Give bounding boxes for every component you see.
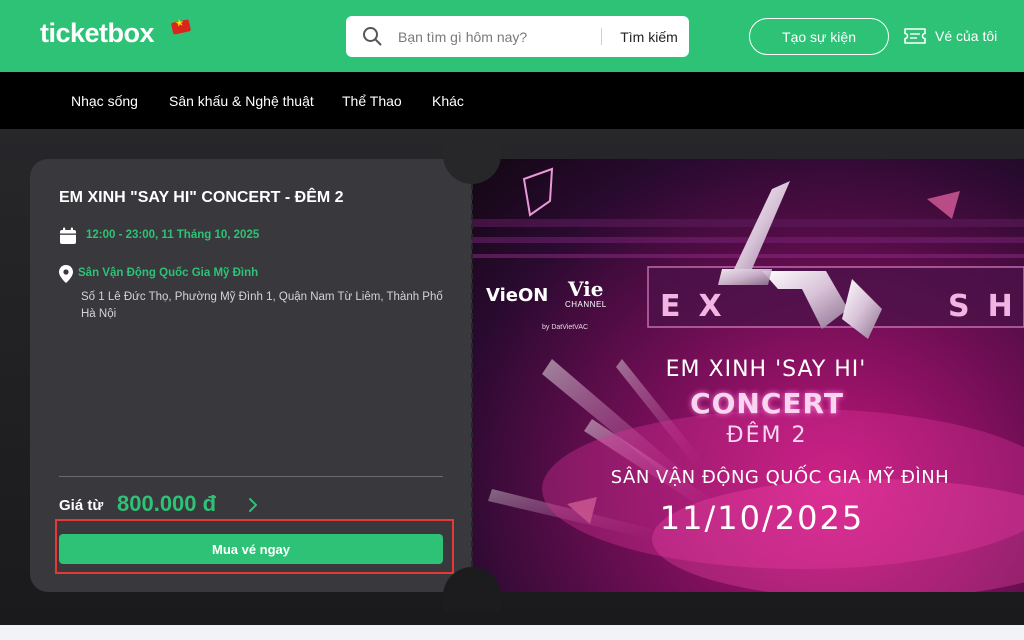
venue-address: Số 1 Lê Đức Thọ, Phường Mỹ Đình 1, Quận … [81,291,443,320]
page-footer-strip [0,625,1024,640]
nav-item-sports[interactable]: Thể Thao [342,72,402,129]
banner-concert: CONCERT [690,387,844,420]
event-banner-image: VieON Vie CHANNEL by DatVietVAC EX SH EM… [472,159,1024,592]
ticket-icon [904,28,926,44]
banner-logo-right: SH [948,289,1024,324]
price-label: Giá từ [59,497,104,514]
venue-name: Sân Vận Động Quốc Gia Mỹ Đình [78,267,259,279]
search-input[interactable] [398,16,628,57]
search-divider [601,28,602,45]
vie-channel-sublabel: CHANNEL [565,300,607,309]
buy-ticket-button[interactable]: Mua vé ngay [59,534,443,564]
banner-headline: EM XINH 'SAY HI' [665,357,867,382]
banner-logo-left: EX [660,289,740,324]
search-icon [363,27,382,46]
vie-channel-logo: Vie [568,277,604,301]
my-tickets-link[interactable]: Vé của tôi [903,24,997,48]
my-tickets-label: Vé của tôi [935,28,998,44]
top-header: ticketbox Tìm kiếm Tạo sự kiện Vé của tô… [0,0,1024,72]
card-divider [59,476,443,477]
event-datetime: 12:00 - 23:00, 11 Tháng 10, 2025 [86,229,260,241]
calendar-icon [60,227,76,244]
nav-item-stage-arts[interactable]: Sân khấu & Nghệ thuật [169,72,314,129]
vieon-logo: VieON [486,285,549,306]
price-value: 800.000 đ [117,491,217,516]
event-title: EM XINH "SAY HI" CONCERT - ĐÊM 2 [59,189,344,206]
ticket-perforation [471,184,473,567]
banner-date: 11/10/2025 [659,499,865,537]
search-button[interactable]: Tìm kiếm [610,16,688,57]
create-event-button[interactable]: Tạo sự kiện [749,18,889,55]
nav-item-live-music[interactable]: Nhạc sống [71,72,138,129]
chevron-right-icon[interactable] [246,496,260,514]
vietnam-flag-icon [170,19,192,35]
banner-night: ĐÊM 2 [726,423,808,448]
location-pin-icon [59,265,73,283]
ticketbox-logo[interactable]: ticketbox [40,18,155,49]
category-nav: Nhạc sống Sân khấu & Nghệ thuật Thể Thao… [0,72,1024,129]
nav-item-other[interactable]: Khác [432,72,464,129]
banner-venue: SÂN VẬN ĐỘNG QUỐC GIA MỸ ĐÌNH [610,467,950,488]
banner-byline: by DatVietVAC [542,324,589,331]
